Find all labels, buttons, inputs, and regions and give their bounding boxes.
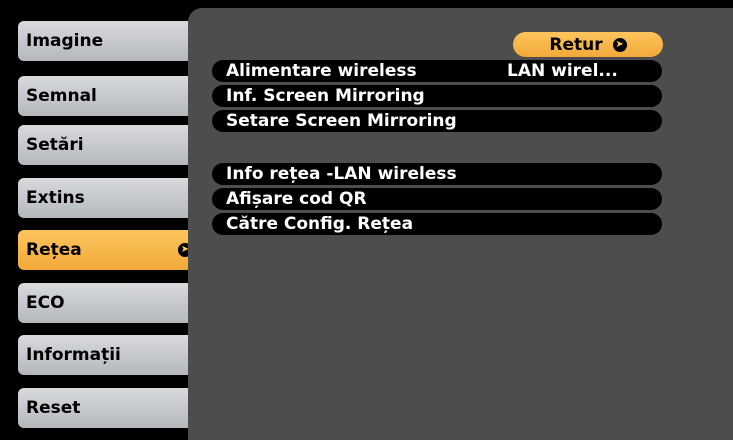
tab-imagine[interactable]: Imagine [18,21,188,61]
tab-label: Informații [26,345,121,365]
menu-item-info-retea[interactable]: Info rețea -LAN wireless [212,163,662,185]
tab-label: Extins [26,188,85,208]
tab-label: Semnal [26,86,97,106]
tab-label: ECO [26,293,65,313]
tab-label: Setări [26,135,84,155]
menu-item-value: LAN wirel... [507,61,618,81]
tab-semnal[interactable]: Semnal [18,76,188,116]
menu-item-label: Inf. Screen Mirroring [226,86,425,106]
menu-item-inf-screen-mirroring[interactable]: Inf. Screen Mirroring [212,85,662,107]
return-button[interactable]: Retur ➤ [513,32,663,57]
tab-label: Imagine [26,31,104,51]
menu-item-alimentare-wireless[interactable]: Alimentare wireless LAN wirel... [212,60,662,82]
tab-label: Rețea [26,240,82,260]
menu-item-catre-config-retea[interactable]: Către Config. Rețea [212,213,662,235]
menu-item-label: Info rețea -LAN wireless [226,164,457,184]
enter-arrow-icon: ➤ [612,37,627,52]
menu-item-label: Alimentare wireless [226,61,417,81]
menu-item-label: Afișare cod QR [226,189,367,209]
tab-setari[interactable]: Setări [18,125,188,165]
tab-label: Reset [26,398,81,418]
menu-tab-column: Imagine Semnal Setări Extins Rețea ➤ ECO… [18,0,200,440]
return-label: Retur [549,34,603,55]
tab-reset[interactable]: Reset [18,388,188,428]
tab-informatii[interactable]: Informații [18,335,188,375]
menu-item-label: Către Config. Rețea [226,214,414,234]
menu-item-afisare-cod-qr[interactable]: Afișare cod QR [212,188,662,210]
tab-retea[interactable]: Rețea ➤ [18,230,200,270]
tab-extins[interactable]: Extins [18,178,188,218]
settings-panel: Retur ➤ Alimentare wireless LAN wirel...… [188,8,733,440]
tab-eco[interactable]: ECO [18,283,188,323]
menu-item-label: Setare Screen Mirroring [226,111,457,131]
projector-menu-screen: Imagine Semnal Setări Extins Rețea ➤ ECO… [0,0,733,440]
menu-item-setare-screen-mirroring[interactable]: Setare Screen Mirroring [212,110,662,132]
